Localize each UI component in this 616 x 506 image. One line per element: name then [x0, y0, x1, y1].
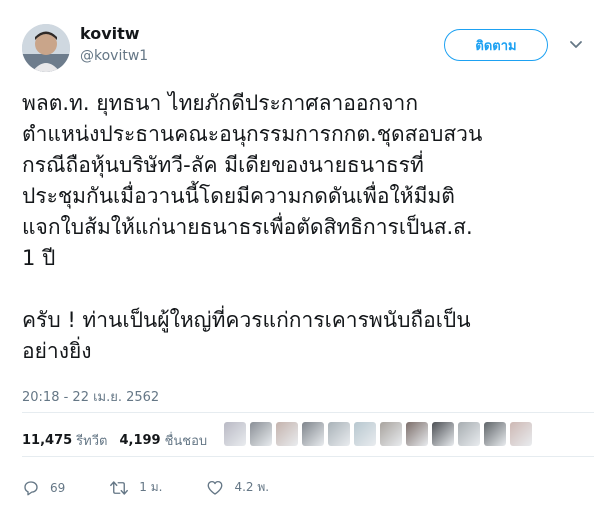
- avatar-image: [22, 24, 70, 72]
- heart-icon: [208, 480, 223, 495]
- liker-avatar[interactable]: [250, 422, 272, 446]
- follow-button[interactable]: ติดตาม: [444, 29, 548, 61]
- liker-avatar[interactable]: [458, 422, 480, 446]
- liker-avatar[interactable]: [510, 422, 532, 446]
- retweet-icon: [110, 480, 129, 495]
- reply-count: 69: [50, 480, 66, 495]
- retweets-label: รีทวีต: [76, 434, 108, 449]
- liker-avatar[interactable]: [302, 422, 324, 446]
- tweet-card: kovitw @kovitw1 ติดตาม พลต.ท. ยุทธนา ไทย…: [0, 0, 616, 506]
- retweet-count: 1 ม.: [139, 480, 163, 494]
- like-button[interactable]: 4.2 พ.: [206, 478, 269, 497]
- chevron-down-icon[interactable]: [566, 34, 586, 54]
- liker-avatar[interactable]: [406, 422, 428, 446]
- liker-avatar[interactable]: [484, 422, 506, 446]
- user-handle[interactable]: @kovitw1: [80, 48, 148, 64]
- liker-avatars: [224, 422, 536, 446]
- retweet-button[interactable]: 1 ม.: [109, 478, 162, 497]
- liker-avatar[interactable]: [380, 422, 402, 446]
- liker-avatar[interactable]: [354, 422, 376, 446]
- avatar[interactable]: [22, 24, 70, 72]
- liker-avatar[interactable]: [432, 422, 454, 446]
- retweets-stat[interactable]: 11,475 รีทวีต: [22, 430, 107, 451]
- likes-count: 4,199: [119, 433, 161, 448]
- likes-label: ชื่นชอบ: [164, 434, 208, 449]
- tweet-actions: 69 1 ม. 4.2 พ.: [22, 478, 313, 497]
- likes-stat[interactable]: 4,199 ชื่นชอบ: [119, 430, 207, 451]
- tweet-timestamp[interactable]: 20:18 - 22 เม.ย. 2562: [22, 386, 159, 407]
- reply-icon: [24, 480, 38, 495]
- liker-avatar[interactable]: [328, 422, 350, 446]
- retweets-count: 11,475: [22, 433, 73, 448]
- engagement-stats: 11,475 รีทวีต 4,199 ชื่นชอบ: [22, 430, 219, 451]
- like-count: 4.2 พ.: [234, 480, 270, 494]
- tweet-text: พลต.ท. ยุทธนา ไทยภักดีประกาศลาออกจาก ตำแ…: [22, 91, 483, 363]
- user-name[interactable]: kovitw: [80, 24, 140, 43]
- divider: [22, 412, 594, 413]
- reply-button[interactable]: 69: [22, 479, 65, 497]
- liker-avatar[interactable]: [224, 422, 246, 446]
- divider: [22, 456, 594, 457]
- liker-avatar[interactable]: [276, 422, 298, 446]
